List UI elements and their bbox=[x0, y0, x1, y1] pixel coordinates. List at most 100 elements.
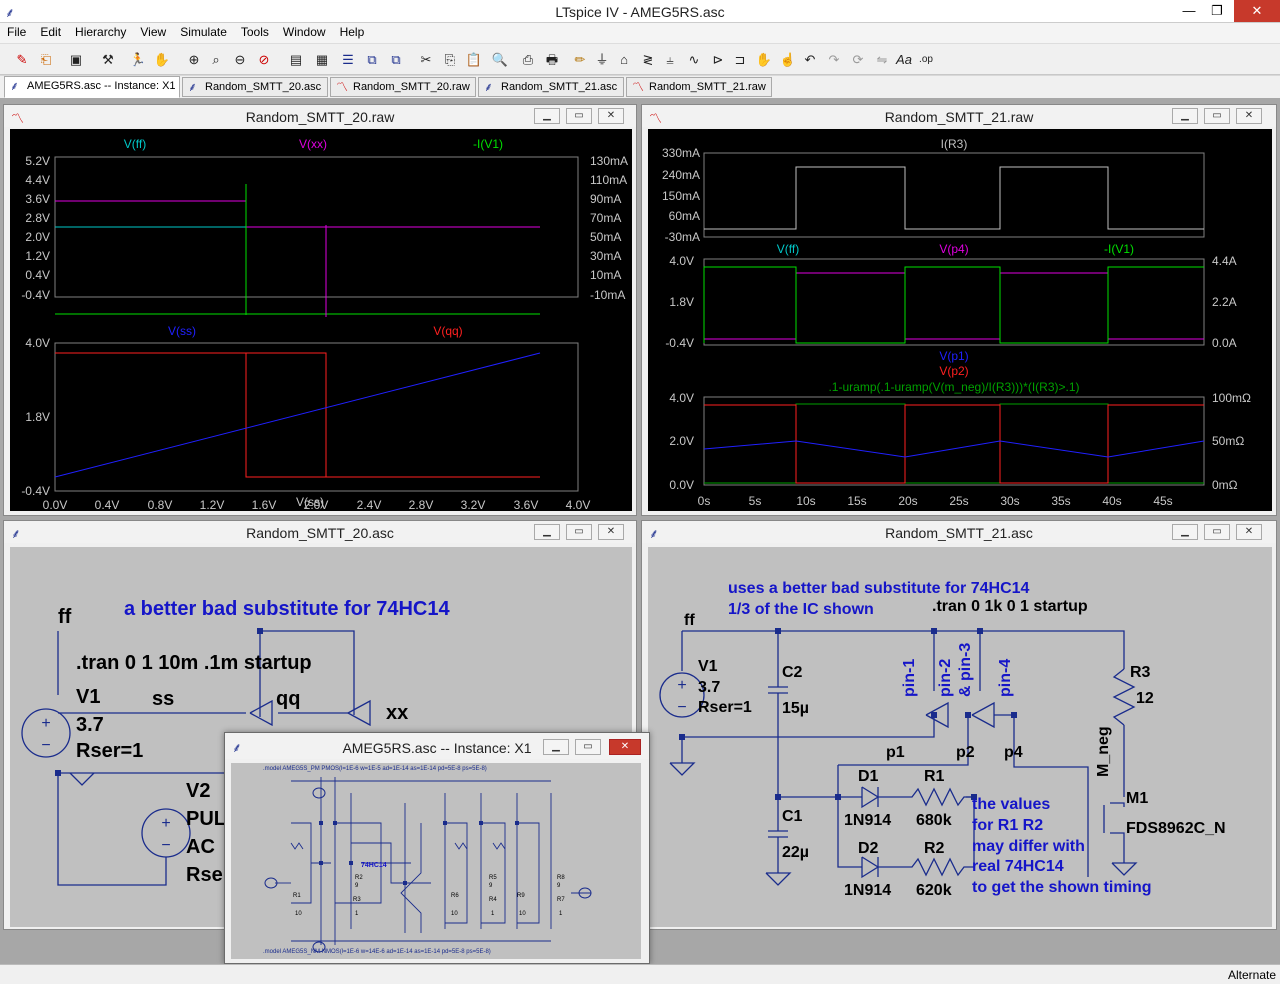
v1-name[interactable]: V1 bbox=[76, 686, 100, 708]
menu-hierarchy[interactable]: Hierarchy bbox=[68, 23, 133, 39]
r3-name[interactable]: R3 bbox=[1130, 664, 1151, 681]
new-schematic-icon[interactable]: ✎ bbox=[12, 50, 32, 70]
cascade-icon[interactable]: ⧉ bbox=[362, 50, 382, 70]
close-button[interactable]: ✕ bbox=[598, 524, 624, 540]
v2-line2[interactable]: AC bbox=[186, 836, 215, 858]
ground-icon[interactable]: ⏚ bbox=[592, 50, 612, 70]
close-button[interactable]: ✕ bbox=[609, 739, 641, 755]
pin-3-label[interactable]: & pin-3 bbox=[957, 643, 974, 697]
minimize-button[interactable]: ▁ bbox=[1172, 108, 1198, 124]
tab-random-smtt-21-raw[interactable]: 〽 Random_SMTT_21.raw bbox=[626, 77, 772, 97]
print-icon[interactable]: 🖶 bbox=[542, 50, 562, 70]
tab-random-smtt-20-raw[interactable]: 〽 Random_SMTT_20.raw bbox=[330, 77, 476, 97]
trace-label-vp4[interactable]: V(p4) bbox=[939, 242, 968, 256]
trace-label-vff[interactable]: V(ff) bbox=[124, 137, 146, 151]
paste-icon[interactable]: 📋 bbox=[464, 50, 484, 70]
r1-name[interactable]: R1 bbox=[924, 768, 945, 785]
redo-icon[interactable]: ↷ bbox=[824, 50, 844, 70]
net-label-p2[interactable]: p2 bbox=[956, 744, 975, 761]
restore-button[interactable]: ▭ bbox=[566, 524, 592, 540]
note-line-2[interactable]: 1/3 of the IC shown bbox=[728, 601, 874, 618]
menu-window[interactable]: Window bbox=[276, 23, 333, 39]
maximize-button[interactable]: ❐ bbox=[1206, 0, 1228, 22]
close-button[interactable]: ✕ bbox=[598, 108, 624, 124]
print-setup-icon[interactable]: ⎙ bbox=[518, 50, 538, 70]
d1-value[interactable]: 1N914 bbox=[844, 812, 891, 829]
pin-2-label[interactable]: pin-2 bbox=[937, 659, 954, 697]
menu-view[interactable]: View bbox=[133, 23, 173, 39]
trace-label-vff[interactable]: V(ff) bbox=[777, 242, 799, 256]
waveform-plot[interactable]: I(R3) 330mA 240mA 150mA 60mA -30mA V(ff)… bbox=[648, 129, 1272, 511]
restore-button[interactable]: ▭ bbox=[575, 739, 601, 755]
run-icon[interactable]: 🏃 bbox=[128, 50, 148, 70]
cut-icon[interactable]: ✂ bbox=[416, 50, 436, 70]
menu-tools[interactable]: Tools bbox=[234, 23, 276, 39]
v1-rser[interactable]: Rser=1 bbox=[698, 699, 752, 716]
close-button[interactable]: ✕ bbox=[1236, 108, 1262, 124]
d2-name[interactable]: D2 bbox=[858, 840, 879, 857]
v1-value[interactable]: 3.7 bbox=[76, 714, 104, 736]
pin-4-label[interactable]: pin-4 bbox=[997, 659, 1014, 697]
spice-directive[interactable]: .tran 0 1 10m .1m startup bbox=[76, 652, 312, 674]
trace-label-iv1[interactable]: -I(V1) bbox=[473, 137, 503, 151]
trace-label-ir3[interactable]: I(R3) bbox=[941, 137, 968, 151]
trace-label-iv1[interactable]: -I(V1) bbox=[1104, 242, 1134, 256]
resistor-icon[interactable]: ≷ bbox=[638, 50, 658, 70]
restore-button[interactable]: ▭ bbox=[1204, 524, 1230, 540]
menu-help[interactable]: Help bbox=[333, 23, 372, 39]
m1-name[interactable]: M1 bbox=[1126, 790, 1148, 807]
c2-value[interactable]: 15µ bbox=[782, 700, 809, 717]
minimize-button[interactable]: — bbox=[1178, 0, 1200, 22]
trace-label-vqq[interactable]: V(qq) bbox=[433, 324, 462, 338]
model-nm[interactable]: .model AMEG5S_NM NMOS(l=1E-6 w=14E-6 ad=… bbox=[263, 949, 491, 955]
schematic-window-21[interactable]: ⸙ Random_SMTT_21.asc ▁ ▭ ✕ + − uses a be… bbox=[641, 520, 1277, 930]
v1-value[interactable]: 3.7 bbox=[698, 679, 720, 696]
copy-icon[interactable]: ⎘ bbox=[440, 50, 460, 70]
net-label-p4[interactable]: p4 bbox=[1004, 744, 1023, 761]
minimize-button[interactable]: ▁ bbox=[543, 739, 569, 755]
chip-label[interactable]: 74HC14 bbox=[361, 862, 387, 869]
r1-value[interactable]: 680k bbox=[916, 812, 952, 829]
pin-1-label[interactable]: pin-1 bbox=[901, 659, 918, 697]
label-icon[interactable]: ⌂ bbox=[614, 50, 634, 70]
restore-button[interactable]: ▭ bbox=[566, 108, 592, 124]
r2-value[interactable]: 620k bbox=[916, 882, 952, 899]
text-icon[interactable]: Aa bbox=[894, 50, 914, 70]
instance-canvas[interactable]: .model AMEG5S_PM PMOS(l=1E-6 w=1E-5 ad=1… bbox=[231, 763, 641, 959]
save-icon[interactable]: ▣ bbox=[66, 50, 86, 70]
waveform-window-21[interactable]: 〽 Random_SMTT_21.raw ▁ ▭ ✕ I(R3) 330mA 2… bbox=[641, 104, 1277, 516]
trace-label-expression[interactable]: .1-uramp(.1-uramp(V(m_neg)/I(R3)))*(I(R3… bbox=[828, 380, 1079, 394]
menu-edit[interactable]: Edit bbox=[33, 23, 68, 39]
inductor-icon[interactable]: ∿ bbox=[684, 50, 704, 70]
undo-icon[interactable]: ↶ bbox=[800, 50, 820, 70]
note-line-1[interactable]: uses a better bad substitute for 74HC14 bbox=[728, 580, 1030, 597]
v2-line3[interactable]: Rse bbox=[186, 864, 223, 886]
menu-simulate[interactable]: Simulate bbox=[173, 23, 234, 39]
waveform-window-20[interactable]: 〽 Random_SMTT_20.raw ▁ ▭ ✕ V(ff) V(xx) -… bbox=[3, 104, 637, 516]
net-label-qq[interactable]: qq bbox=[276, 688, 300, 710]
v2-name[interactable]: V2 bbox=[186, 780, 210, 802]
net-label-ss[interactable]: ss bbox=[152, 688, 174, 710]
component-icon[interactable]: ⊐ bbox=[730, 50, 750, 70]
tab-random-smtt-21-asc[interactable]: ⸙ Random_SMTT_21.asc bbox=[478, 77, 624, 97]
move-icon[interactable]: ✋ bbox=[754, 50, 774, 70]
capacitor-icon[interactable]: ⫨ bbox=[660, 50, 680, 70]
trace-label-vxx[interactable]: V(xx) bbox=[299, 137, 327, 151]
zoom-out-icon[interactable]: ⊖ bbox=[230, 50, 250, 70]
c1-value[interactable]: 22µ bbox=[782, 844, 809, 861]
rotate-icon[interactable]: ⟳ bbox=[848, 50, 868, 70]
r2-name[interactable]: R2 bbox=[924, 840, 945, 857]
close-button[interactable]: ✕ bbox=[1234, 0, 1280, 22]
zoom-cancel-icon[interactable]: ⊘ bbox=[254, 50, 274, 70]
drag-icon[interactable]: ☝ bbox=[778, 50, 798, 70]
autorange-icon[interactable]: ▤ bbox=[286, 50, 306, 70]
net-label-ff[interactable]: ff bbox=[58, 606, 72, 628]
restore-button[interactable]: ▭ bbox=[1204, 108, 1230, 124]
mirror-icon[interactable]: ⇋ bbox=[872, 50, 892, 70]
waveform-plot[interactable]: V(ff) V(xx) -I(V1) 5.2V 4.4V 3.6V 2.8V 2… bbox=[10, 129, 632, 512]
schematic-canvas[interactable]: + − uses a better bad substitute for 74H… bbox=[648, 547, 1272, 927]
spice-directive[interactable]: .tran 0 1k 0 1 startup bbox=[932, 598, 1088, 615]
c2-name[interactable]: C2 bbox=[782, 664, 803, 681]
cascade-alt-icon[interactable]: ⧉ bbox=[386, 50, 406, 70]
trace-label-vp2[interactable]: V(p2) bbox=[939, 364, 968, 378]
